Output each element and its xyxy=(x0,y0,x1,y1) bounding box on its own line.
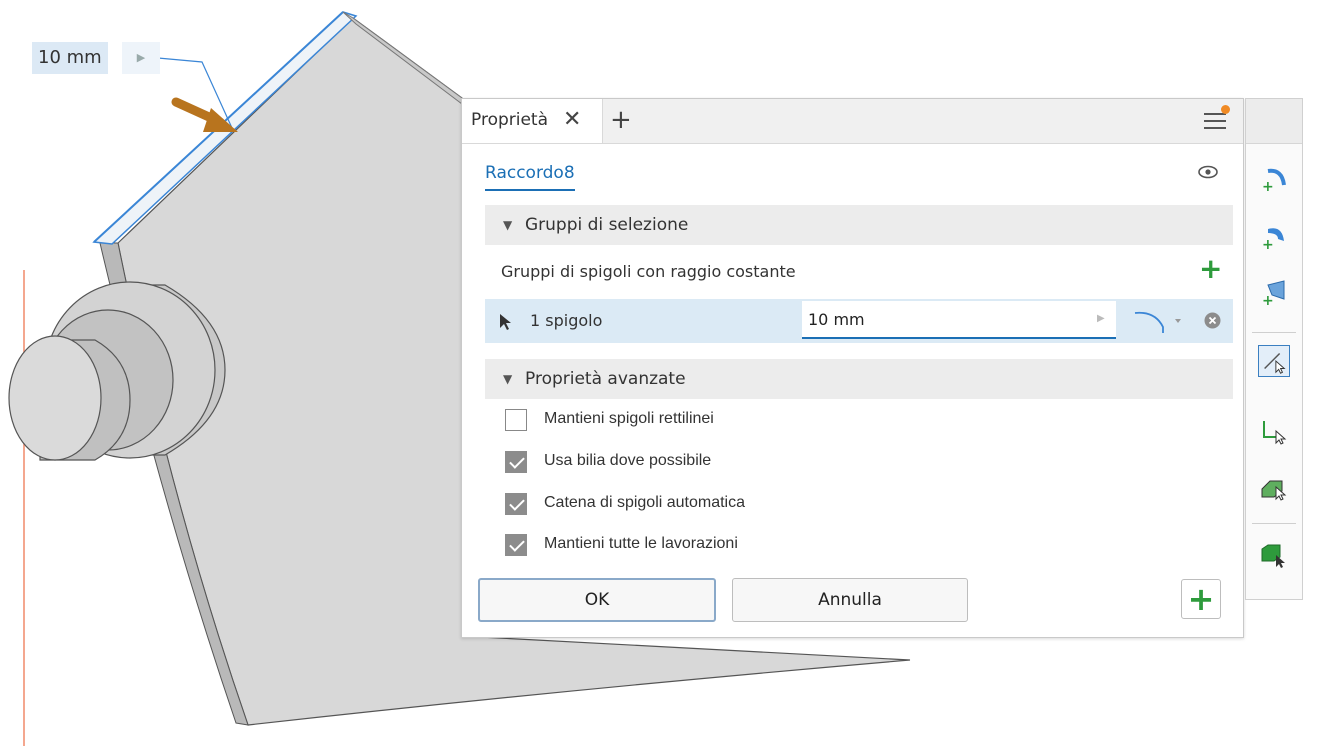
toolbar-separator xyxy=(1252,332,1296,333)
svg-text:+: + xyxy=(1262,237,1274,251)
constant-fillet-icon[interactable]: + xyxy=(1258,163,1290,195)
checkbox[interactable] xyxy=(505,534,527,556)
close-icon[interactable]: ✕ xyxy=(563,107,581,132)
notification-dot xyxy=(1221,105,1230,114)
add-edge-group-button[interactable]: + xyxy=(1199,255,1222,283)
section-selection-groups[interactable]: ▼ Gruppi di selezione xyxy=(485,205,1233,245)
collapse-triangle-icon: ▼ xyxy=(503,372,513,386)
apply-plus-button[interactable]: + xyxy=(1181,579,1221,619)
toolbar-header xyxy=(1246,99,1302,144)
menu-icon[interactable] xyxy=(1204,113,1226,131)
cancel-button[interactable]: Annulla xyxy=(732,578,968,622)
checkbox[interactable] xyxy=(505,451,527,473)
edge-select-icon[interactable] xyxy=(1258,345,1290,377)
remove-edge-set-icon[interactable] xyxy=(1204,312,1221,329)
checkbox[interactable] xyxy=(505,493,527,515)
tab-properties-label: Proprietà xyxy=(471,110,549,130)
svg-text:+: + xyxy=(1262,179,1274,195)
section-selection-title: Gruppi di selezione xyxy=(525,215,689,235)
option-label: Catena di spigoli automatica xyxy=(544,494,746,511)
hub xyxy=(8,281,226,461)
edge-set-row[interactable]: 1 spigolo ▶ xyxy=(485,299,1233,343)
select-cursor-icon[interactable] xyxy=(499,313,513,331)
svg-text:+: + xyxy=(1262,293,1274,307)
loop-select-icon[interactable] xyxy=(1258,415,1290,447)
properties-panel: Proprietà ✕ + Raccordo8 ▼ Gruppi di sele… xyxy=(461,98,1244,638)
section-advanced-properties[interactable]: ▼ Proprietà avanzate xyxy=(485,359,1233,399)
edge-count-label: 1 spigolo xyxy=(530,311,603,330)
section-advanced-title: Proprietà avanzate xyxy=(525,369,686,389)
variable-fillet-icon[interactable]: + xyxy=(1258,219,1290,251)
selection-toolbar: + + + xyxy=(1245,98,1303,600)
tab-properties[interactable]: Proprietà ✕ xyxy=(462,99,603,143)
option-label: Usa bilia dove possibile xyxy=(544,452,712,469)
eye-icon[interactable] xyxy=(1198,165,1218,179)
option-label: Mantieni spigoli rettilinei xyxy=(544,410,714,427)
dimension-expand-icon[interactable]: ▶ xyxy=(122,42,160,74)
fillet-profile-dropdown[interactable] xyxy=(1133,307,1187,335)
expand-icon[interactable]: ▶ xyxy=(1097,313,1105,324)
setback-fillet-icon[interactable]: + xyxy=(1258,275,1290,307)
panel-tab-bar: Proprietà ✕ + xyxy=(462,99,1243,144)
collapse-triangle-icon: ▼ xyxy=(503,218,513,232)
solid-select-icon[interactable] xyxy=(1258,539,1290,571)
add-tab-icon[interactable]: + xyxy=(610,105,632,135)
edge-group-title: Gruppi di spigoli con raggio costante xyxy=(501,262,796,281)
feature-select-icon[interactable] xyxy=(1258,471,1290,503)
ok-button[interactable]: OK xyxy=(478,578,716,622)
option-label: Mantieni tutte le lavorazioni xyxy=(544,535,738,552)
dimension-value-field[interactable]: 10 mm xyxy=(32,42,108,74)
feature-name-field[interactable]: Raccordo8 xyxy=(485,163,575,191)
toolbar-separator xyxy=(1252,523,1296,524)
checkbox[interactable] xyxy=(505,409,527,431)
radius-input[interactable] xyxy=(802,301,1116,339)
